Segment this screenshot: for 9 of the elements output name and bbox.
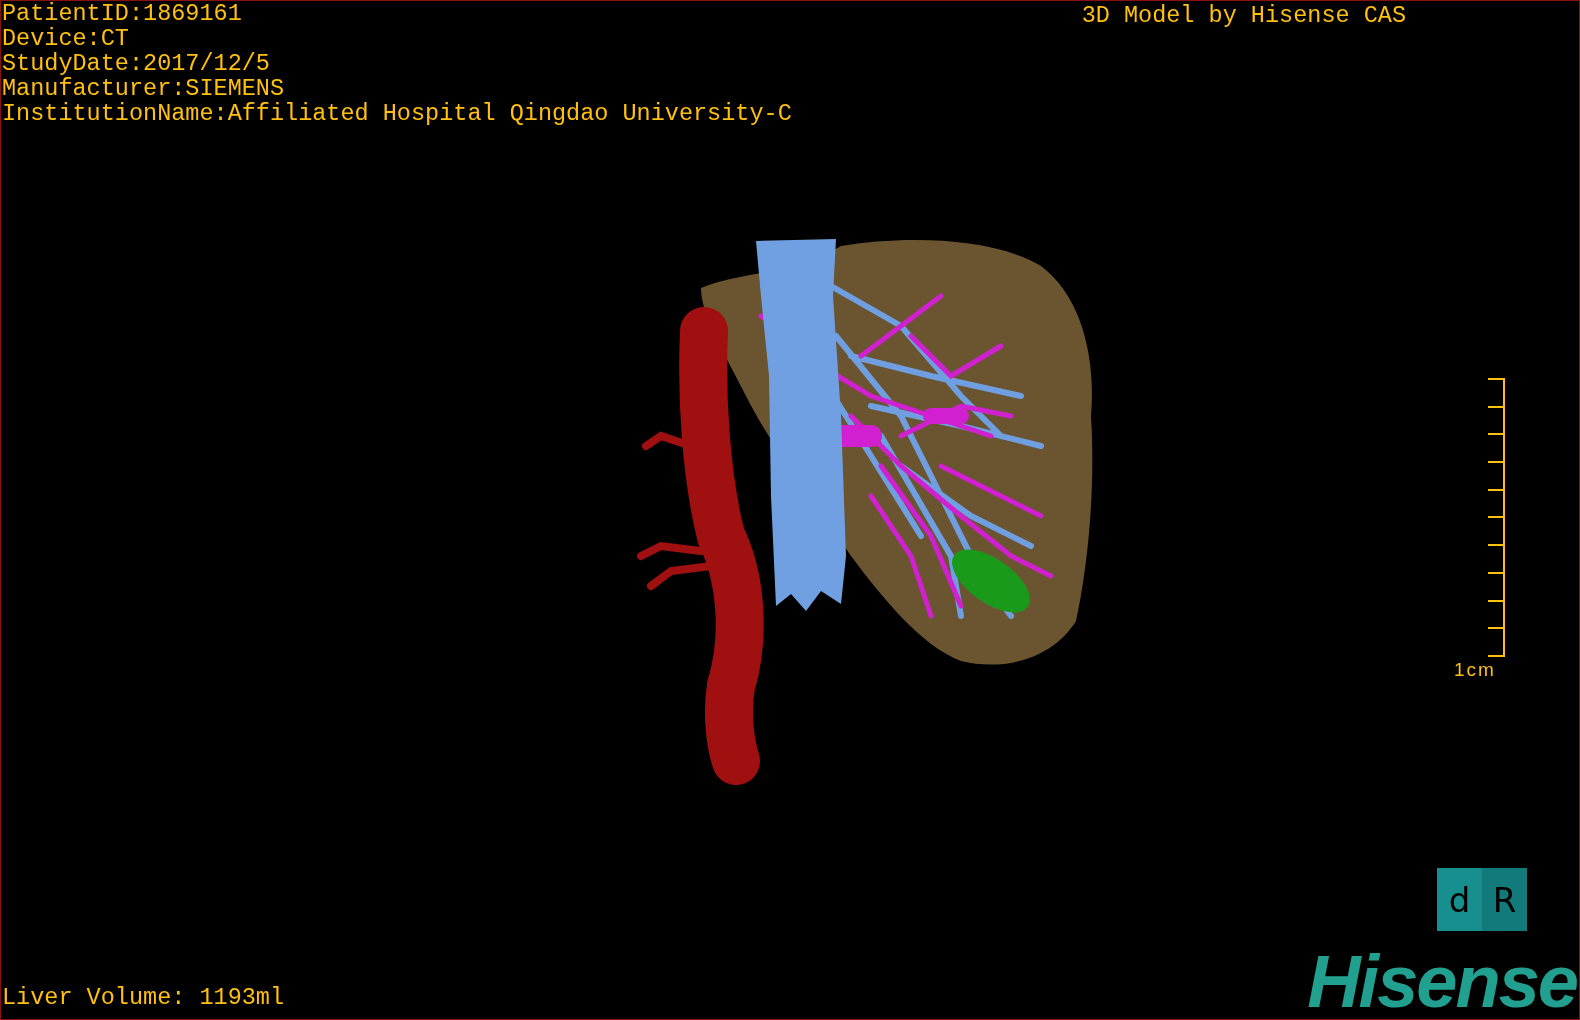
patient-info-line: Manufacturer:SIEMENS [2,76,286,101]
patient-info-line: StudyDate:2017/12/5 [2,51,271,76]
model-title: 3D Model by Hisense CAS [1081,1,1406,31]
patient-info-line: InstitutionName:Affiliated Hospital Qingdao University-C [2,101,792,126]
liver-volume-text: Liver Volume: 1193ml [1,985,285,1013]
scale-label: 1cm [1454,659,1496,681]
patient-info-line: Device:CT [2,26,130,51]
brand-logo: Hisense [1307,945,1578,1019]
patient-info-line: PatientID:1869161 [2,1,243,26]
